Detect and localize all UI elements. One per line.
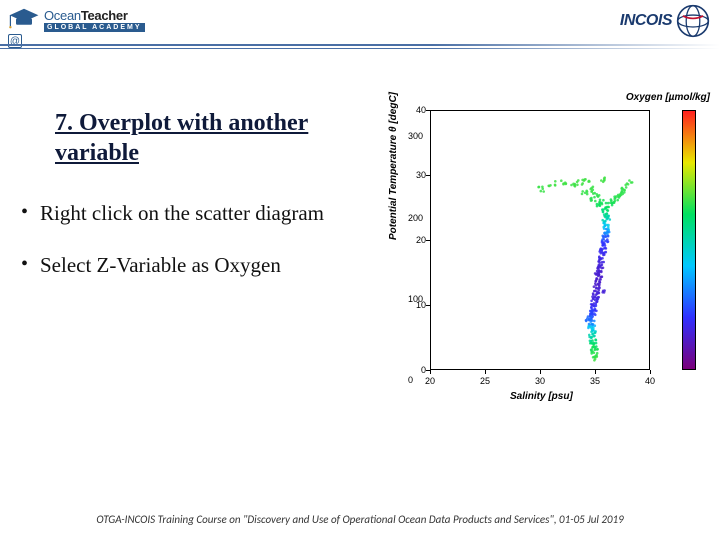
incois-logo: INCOIS — [620, 4, 710, 38]
x-tick-label: 35 — [590, 376, 600, 386]
oceanteacher-text: OceanTeacher — [44, 9, 145, 22]
x-tick-label: 30 — [535, 376, 545, 386]
plot-area — [430, 110, 650, 370]
colorbar — [682, 110, 696, 370]
scatter-chart: Oxygen [µmol/kg] Potential Temperature θ… — [390, 90, 710, 410]
y-tick-label: 20 — [412, 235, 426, 245]
chart-title: Oxygen [µmol/kg] — [626, 92, 710, 103]
colorbar-tick-label: 0 — [408, 375, 430, 385]
oceanteacher-subtext: GLOBAL ACADEMY — [44, 23, 145, 32]
list-item: Select Z-Variable as Oxygen — [18, 252, 378, 278]
scatter-points — [431, 111, 651, 371]
y-tick-label: 40 — [412, 105, 426, 115]
y-tick-label: 0 — [412, 365, 426, 375]
gradcap-icon: @ — [8, 6, 40, 34]
colorbar-tick-label: 100 — [408, 294, 430, 304]
slide-footer: OTGA-INCOIS Training Course on "Discover… — [0, 513, 720, 526]
y-axis-label: Potential Temperature θ [degC] — [388, 92, 399, 240]
x-tick-label: 40 — [645, 376, 655, 386]
y-tick-label: 30 — [412, 170, 426, 180]
x-tick-label: 25 — [480, 376, 490, 386]
header-rule — [0, 44, 720, 50]
list-item: Right click on the scatter diagram — [18, 200, 378, 226]
incois-text: INCOIS — [620, 12, 672, 30]
bullet-list: Right click on the scatter diagram Selec… — [18, 200, 378, 305]
colorbar-tick-label: 300 — [408, 131, 430, 141]
slide-header: @ OceanTeacher GLOBAL ACADEMY INCOIS — [0, 0, 720, 56]
colorbar-tick-label: 200 — [408, 213, 430, 223]
oceanteacher-logo: @ OceanTeacher GLOBAL ACADEMY — [8, 6, 145, 34]
x-axis-label: Salinity [psu] — [510, 391, 573, 402]
incois-globe-icon — [676, 4, 710, 38]
slide-title: 7. Overplot with another variable — [55, 108, 365, 168]
